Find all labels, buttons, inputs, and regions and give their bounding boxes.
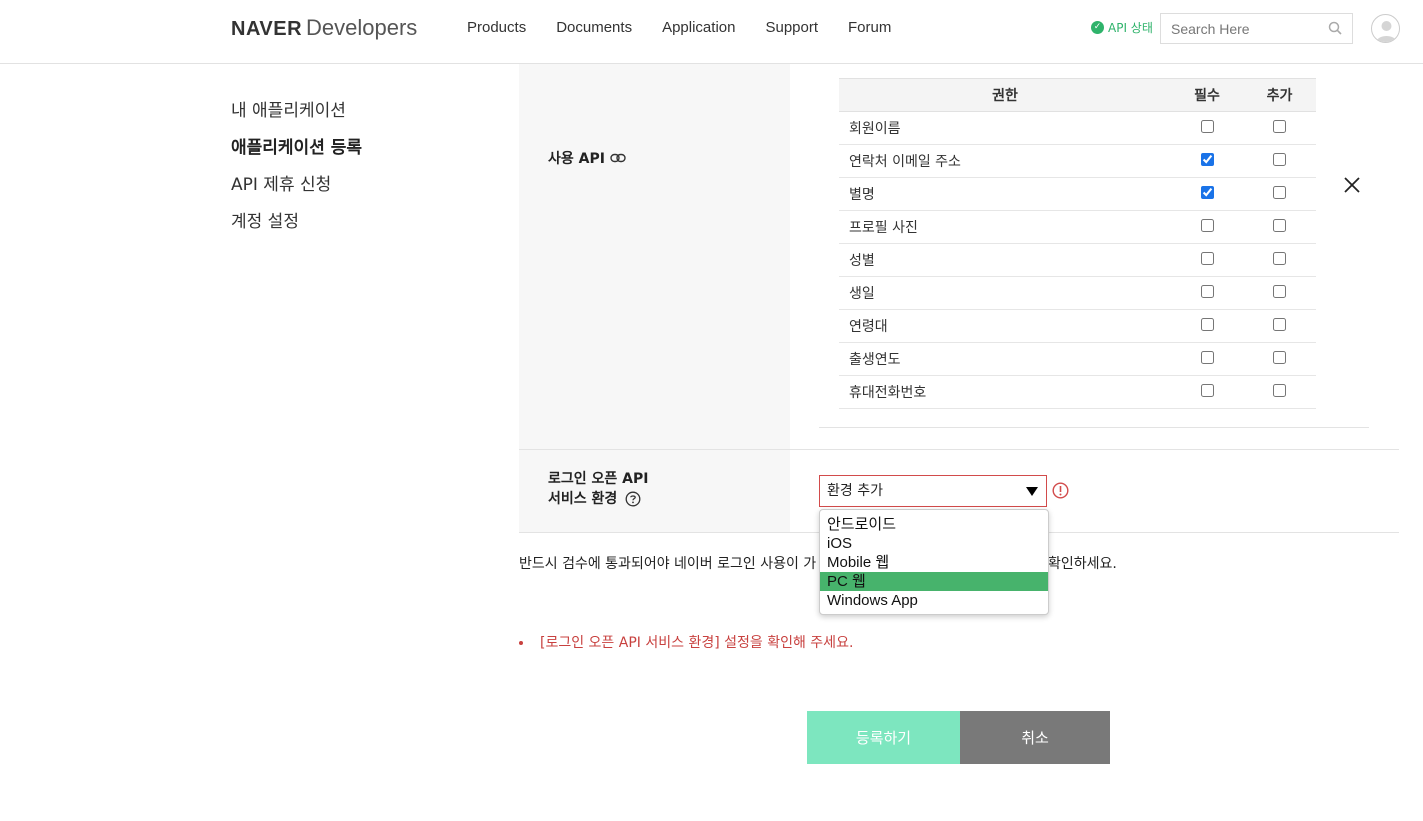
register-button[interactable]: 등록하기 — [807, 711, 960, 764]
check-circle-icon: ✓ — [1091, 21, 1104, 34]
extra-checkbox[interactable] — [1273, 350, 1286, 364]
naver-developers-logo[interactable]: NAVER Developers — [231, 14, 417, 43]
extra-checkbox[interactable] — [1273, 317, 1286, 331]
environment-dropdown: 안드로이드 iOS Mobile 웹 PC 웹 Windows App — [819, 509, 1049, 615]
help-icon[interactable] — [625, 491, 641, 507]
extra-checkbox[interactable] — [1273, 152, 1286, 166]
required-checkbox[interactable] — [1200, 152, 1214, 166]
permission-name: 휴대전화번호 — [839, 375, 1171, 409]
required-checkbox[interactable] — [1200, 317, 1214, 331]
permission-name: 프로필 사진 — [839, 210, 1171, 244]
required-checkbox[interactable] — [1200, 350, 1214, 364]
logo-bold: NAVER — [231, 18, 303, 40]
table-row: 연락처 이메일 주소 — [839, 144, 1316, 178]
api-status-label: API 상태 — [1108, 21, 1153, 35]
option-mobile-web[interactable]: Mobile 웹 — [820, 553, 1048, 572]
header-permission: 권한 — [839, 78, 1171, 112]
option-ios[interactable]: iOS — [820, 534, 1048, 553]
user-icon — [1376, 21, 1397, 42]
environment-select[interactable]: 환경 추가 — [819, 475, 1047, 507]
env-section-label: 로그인 오픈 API 서비스 환경 — [548, 469, 648, 509]
logo-light: Developers — [306, 15, 418, 40]
nav-products[interactable]: Products — [467, 18, 526, 38]
required-checkbox[interactable] — [1200, 185, 1214, 199]
permission-name: 연령대 — [839, 309, 1171, 343]
extra-checkbox[interactable] — [1273, 284, 1286, 298]
main-nav: Products Documents Application Support F… — [467, 18, 921, 38]
header-required: 필수 — [1171, 78, 1243, 112]
required-checkbox[interactable] — [1200, 251, 1214, 265]
nav-support[interactable]: Support — [765, 18, 818, 38]
select-value: 환경 추가 — [827, 483, 883, 499]
link-icon[interactable] — [610, 153, 626, 163]
nav-forum[interactable]: Forum — [848, 18, 891, 38]
api-status-link[interactable]: ✓ API 상태 — [1091, 19, 1153, 36]
option-pc-web[interactable]: PC 웹 — [820, 572, 1048, 591]
table-row: 성별 — [839, 243, 1316, 277]
required-checkbox[interactable] — [1200, 284, 1214, 298]
search-input[interactable] — [1161, 14, 1321, 43]
extra-checkbox[interactable] — [1273, 185, 1286, 199]
permission-name: 회원이름 — [839, 111, 1171, 145]
option-android[interactable]: 안드로이드 — [820, 515, 1048, 534]
permission-name: 성별 — [839, 243, 1171, 277]
option-windows-app[interactable]: Windows App — [820, 591, 1048, 610]
table-row: 회원이름 — [839, 111, 1316, 145]
required-checkbox[interactable] — [1200, 119, 1214, 133]
close-icon[interactable] — [1342, 175, 1362, 195]
search-box — [1160, 13, 1353, 44]
extra-checkbox[interactable] — [1273, 383, 1286, 397]
extra-checkbox[interactable] — [1273, 119, 1286, 133]
api-label-text: 사용 API — [548, 151, 605, 167]
search-icon[interactable] — [1328, 21, 1342, 35]
header-extra: 추가 — [1243, 78, 1316, 112]
error-message: [로그인 오픈 API 서비스 환경] 설정을 확인해 주세요. — [519, 632, 853, 652]
warning-icon — [1052, 482, 1069, 499]
env-label-line1: 로그인 오픈 API — [548, 471, 649, 487]
required-checkbox[interactable] — [1200, 218, 1214, 232]
notice-text: 반드시 검수에 통과되어야 네이버 로그인 사용이 가 — [519, 556, 817, 572]
sidebar-item-api-partnership[interactable]: API 제휴 신청 — [231, 167, 362, 204]
permission-name: 출생연도 — [839, 342, 1171, 376]
api-section-label: 사용 API — [548, 148, 626, 168]
table-row: 출생연도 — [839, 342, 1316, 376]
bullet-icon — [519, 641, 523, 645]
divider — [819, 427, 1369, 428]
notice-tail: 확인하세요. — [1048, 556, 1117, 572]
permission-name: 연락처 이메일 주소 — [839, 144, 1171, 178]
extra-checkbox[interactable] — [1273, 218, 1286, 232]
review-notice: 반드시 검수에 통과되어야 네이버 로그인 사용이 가 확인하세요. — [519, 553, 1117, 573]
permission-name: 생일 — [839, 276, 1171, 310]
api-label-cell — [519, 64, 790, 449]
nav-application[interactable]: Application — [662, 18, 735, 38]
sidebar-item-register-application[interactable]: 애플리케이션 등록 — [231, 130, 362, 167]
table-row: 휴대전화번호 — [839, 375, 1316, 409]
sidebar-item-my-applications[interactable]: 내 애플리케이션 — [231, 93, 362, 130]
table-row: 연령대 — [839, 309, 1316, 343]
cancel-button[interactable]: 취소 — [960, 711, 1110, 764]
table-row: 생일 — [839, 276, 1316, 310]
env-label-line2: 서비스 환경 — [548, 491, 618, 507]
error-text: [로그인 오픈 API 서비스 환경] 설정을 확인해 주세요. — [540, 635, 854, 651]
sidebar-item-account-settings[interactable]: 계정 설정 — [231, 204, 362, 241]
avatar[interactable] — [1371, 14, 1400, 43]
sidebar: 내 애플리케이션 애플리케이션 등록 API 제휴 신청 계정 설정 — [231, 93, 362, 241]
table-row: 별명 — [839, 177, 1316, 211]
permission-name: 별명 — [839, 177, 1171, 211]
nav-documents[interactable]: Documents — [556, 18, 632, 38]
required-checkbox[interactable] — [1200, 383, 1214, 397]
table-row: 프로필 사진 — [839, 210, 1316, 244]
caret-down-icon — [1026, 487, 1038, 496]
extra-checkbox[interactable] — [1273, 251, 1286, 265]
table-header-row: 권한 필수 추가 — [839, 78, 1316, 112]
permission-table: 권한 필수 추가 회원이름 연락처 이메일 주소 별명 프로필 사진 성별 생일… — [839, 78, 1316, 409]
top-header: NAVER Developers Products Documents Appli… — [0, 0, 1423, 64]
